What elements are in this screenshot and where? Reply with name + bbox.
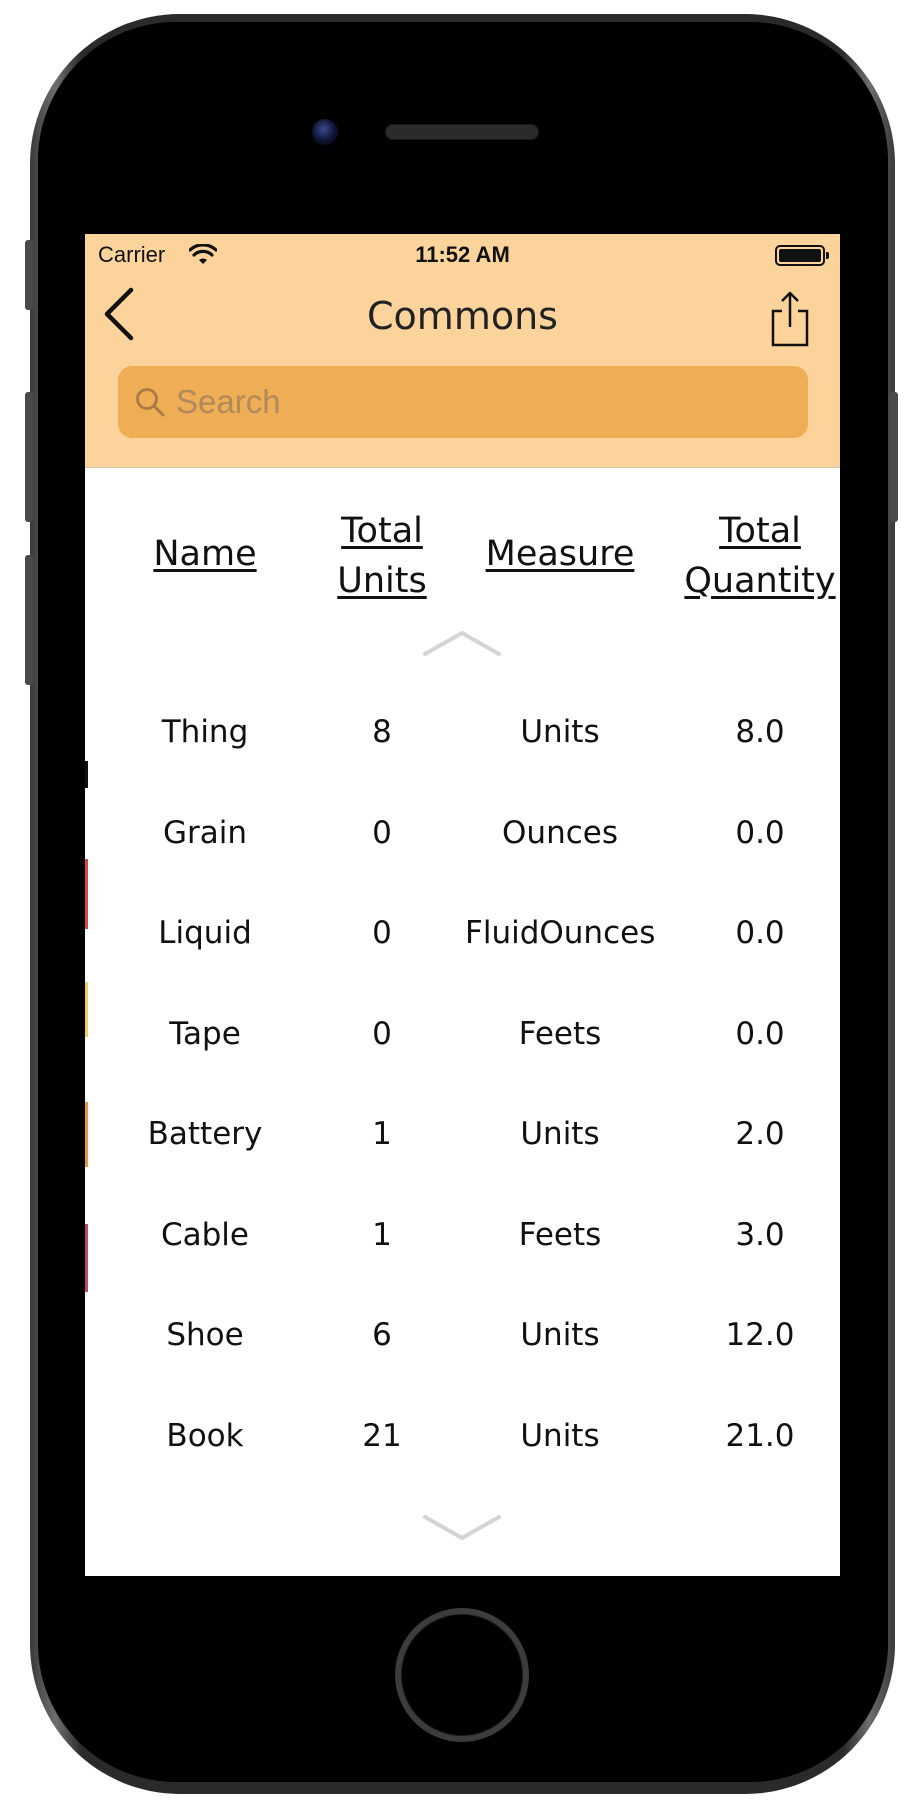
cell-total-units: 8	[372, 714, 392, 750]
home-button[interactable]	[395, 1608, 529, 1742]
cell-name: Battery	[147, 1116, 263, 1152]
front-camera	[312, 119, 338, 145]
cell-total-units: 6	[372, 1317, 392, 1353]
cell-measure: Feets	[518, 1217, 602, 1253]
side-button-power	[890, 392, 898, 522]
cell-measure: Ounces	[502, 815, 618, 851]
page-title: Commons	[367, 294, 558, 338]
cell-total-units: 0	[372, 915, 392, 951]
column-header-total-quantity[interactable]: Total Quantity	[680, 506, 840, 606]
cell-total-units: 1	[372, 1116, 392, 1152]
column-header-measure[interactable]: Measure	[480, 529, 640, 579]
cell-total-quantity: 0.0	[735, 915, 785, 951]
cell-measure: FluidOunces	[465, 915, 656, 951]
cell-total-quantity: 3.0	[735, 1217, 785, 1253]
earpiece-speaker	[385, 124, 539, 140]
cell-total-units: 0	[372, 1016, 392, 1052]
cell-name: Shoe	[166, 1317, 244, 1353]
cell-measure: Units	[520, 714, 600, 750]
chevron-up-icon[interactable]	[422, 627, 502, 657]
cell-name: Cable	[160, 1217, 249, 1253]
table-row[interactable]: Grain 0 Ounces 0.0	[85, 783, 840, 883]
table-row[interactable]: Thing 8 Units 8.0	[85, 682, 840, 782]
cell-name: Book	[166, 1418, 244, 1454]
cell-total-quantity: 2.0	[735, 1116, 785, 1152]
battery-icon	[775, 245, 829, 266]
cell-total-quantity: 8.0	[735, 714, 785, 750]
search-input[interactable]	[176, 366, 796, 438]
share-icon[interactable]	[765, 289, 815, 349]
column-header-total-units[interactable]: Total Units	[332, 506, 432, 606]
status-bar: Carrier 11:52 AM	[85, 234, 840, 276]
cell-total-quantity: 21.0	[725, 1418, 795, 1454]
chevron-down-icon[interactable]	[422, 1514, 502, 1544]
cell-measure: Feets	[518, 1016, 602, 1052]
cell-total-quantity: 0.0	[735, 1016, 785, 1052]
search-icon	[136, 388, 165, 417]
cell-measure: Units	[520, 1116, 600, 1152]
navigation-header: Carrier 11:52 AM Commons	[85, 234, 840, 468]
table-row[interactable]: Liquid 0 FluidOunces 0.0	[85, 883, 840, 983]
column-header-name[interactable]: Name	[125, 529, 285, 579]
cell-name: Liquid	[158, 915, 252, 951]
table-row[interactable]: Tape 0 Feets 0.0	[85, 984, 840, 1084]
cell-measure: Units	[520, 1418, 600, 1454]
cell-name: Grain	[162, 815, 248, 851]
side-button-volume-up	[25, 392, 33, 522]
cell-total-units: 21	[362, 1418, 402, 1454]
table-row[interactable]: Book 21 Units 21.0	[85, 1386, 840, 1486]
table-row[interactable]: Battery 1 Units 2.0	[85, 1084, 840, 1184]
cell-total-quantity: 12.0	[725, 1317, 795, 1353]
side-button-silent	[25, 240, 33, 310]
search-bar[interactable]	[118, 366, 808, 438]
status-time: 11:52 AM	[415, 242, 510, 267]
cell-total-quantity: 0.0	[735, 815, 785, 851]
cell-name: Tape	[169, 1016, 241, 1052]
table-row[interactable]: Shoe 6 Units 12.0	[85, 1285, 840, 1385]
cell-measure: Units	[520, 1317, 600, 1353]
cell-name: Thing	[161, 714, 249, 750]
cell-total-units: 1	[372, 1217, 392, 1253]
cell-total-units: 0	[372, 815, 392, 851]
app-screen: Carrier 11:52 AM Commons Search Name Tot…	[85, 234, 840, 1576]
table-row[interactable]: Cable 1 Feets 3.0	[85, 1185, 840, 1285]
side-button-volume-down	[25, 555, 33, 685]
